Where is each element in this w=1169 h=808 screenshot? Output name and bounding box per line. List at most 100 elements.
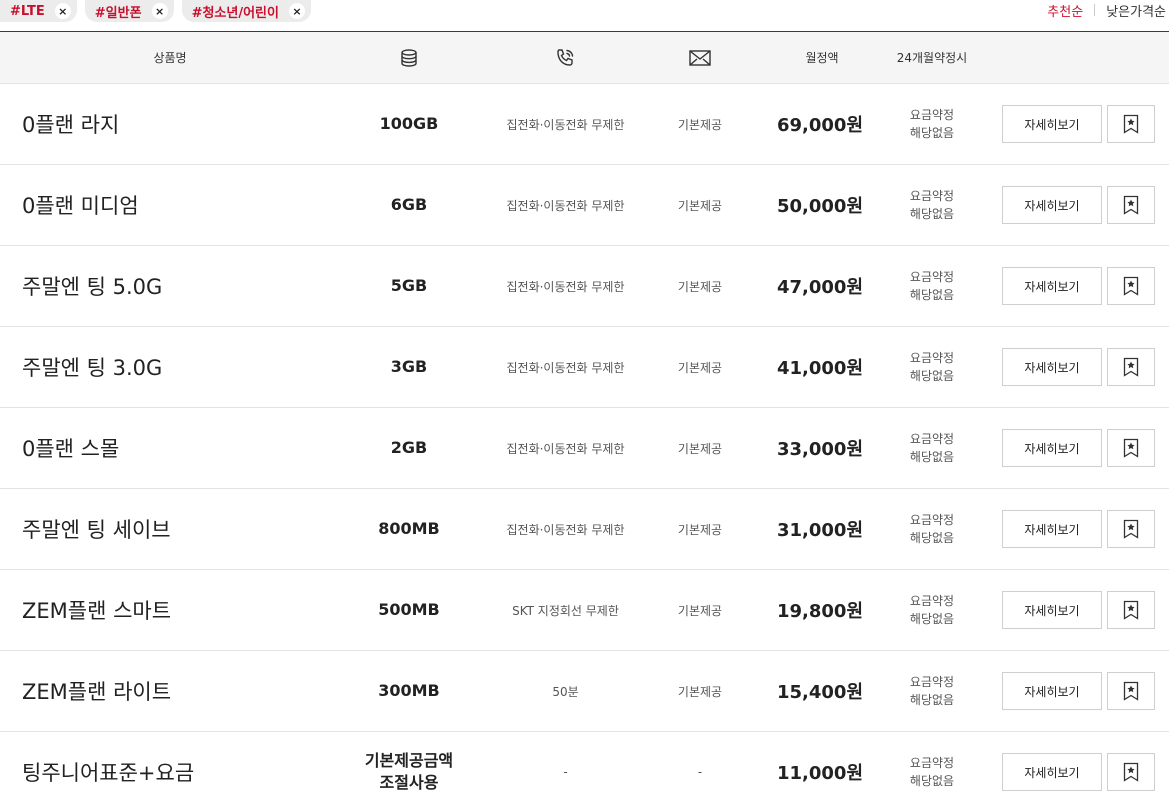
plan-price: 15,400원: [776, 682, 864, 703]
detail-button[interactable]: 자세히보기: [1002, 186, 1102, 224]
plan-sms: 기본제공: [677, 117, 723, 132]
plan-sms: 기본제공: [677, 360, 723, 375]
sort-low-price-link[interactable]: 낮은가격순: [1106, 1, 1166, 20]
plan-name[interactable]: ZEM플랜 라이트: [22, 651, 342, 731]
contract-line2: 해당없음: [909, 288, 955, 302]
bookmark-star-icon: [1123, 519, 1139, 539]
detail-button[interactable]: 자세히보기: [1002, 429, 1102, 467]
plan-name[interactable]: 주말엔 팅 3.0G: [22, 327, 342, 407]
bookmark-star-icon: [1123, 114, 1139, 134]
plan-data: 800MB: [378, 519, 440, 538]
bookmark-button[interactable]: [1107, 429, 1155, 467]
close-icon[interactable]: ×: [54, 3, 71, 19]
contract-line2: 해당없음: [909, 207, 955, 221]
plan-sms: 기본제공: [677, 279, 723, 294]
plan-call: 집전화·이동전화 무제한: [506, 441, 625, 456]
bookmark-button[interactable]: [1107, 348, 1155, 386]
filter-tag-basic-phone: #일반폰 ×: [84, 0, 174, 22]
filter-bar: #LTE × #일반폰 × #청소년/어린이 × 추천순 낮은가격순: [0, 0, 1169, 32]
detail-button[interactable]: 자세히보기: [1002, 348, 1102, 386]
plan-name[interactable]: 0플랜 라지: [22, 84, 342, 164]
detail-button[interactable]: 자세히보기: [1002, 591, 1102, 629]
detail-button[interactable]: 자세히보기: [1002, 510, 1102, 548]
plan-contract: 요금약정 해당없음: [880, 84, 984, 164]
plan-sms: 기본제공: [677, 198, 723, 213]
bookmark-star-icon: [1123, 195, 1139, 215]
bookmark-button[interactable]: [1107, 267, 1155, 305]
detail-button[interactable]: 자세히보기: [1002, 672, 1102, 710]
bookmark-button[interactable]: [1107, 105, 1155, 143]
plan-data: 500MB: [378, 600, 440, 619]
bookmark-button[interactable]: [1107, 591, 1155, 629]
header-24-month-contract: 24개월약정시: [896, 51, 968, 65]
plan-contract: 요금약정 해당없음: [880, 732, 984, 808]
detail-button[interactable]: 자세히보기: [1002, 267, 1102, 305]
plan-name[interactable]: 0플랜 미디엄: [22, 165, 342, 245]
contract-line2: 해당없음: [909, 450, 955, 464]
bookmark-star-icon: [1123, 600, 1139, 620]
plan-data: 6GB: [390, 195, 428, 214]
plan-name[interactable]: 주말엔 팅 세이브: [22, 489, 342, 569]
table-row: 팅주니어표준+요금 기본제공금액 조절사용 - - 11,000원 요금약정 해…: [0, 732, 1169, 808]
plan-contract: 요금약정 해당없음: [880, 327, 984, 407]
contract-line1: 요금약정: [909, 351, 955, 365]
bookmark-button[interactable]: [1107, 753, 1155, 791]
filter-tag-lte: #LTE ×: [0, 0, 77, 22]
plan-price: 47,000원: [776, 277, 864, 298]
bookmark-star-icon: [1123, 276, 1139, 296]
plan-name[interactable]: 주말엔 팅 5.0G: [22, 246, 342, 326]
plan-sms: 기본제공: [677, 441, 723, 456]
plan-price: 19,800원: [776, 601, 864, 622]
bookmark-button[interactable]: [1107, 672, 1155, 710]
filter-tag-label: #청소년/어린이: [191, 5, 279, 21]
plan-sms: 기본제공: [677, 522, 723, 537]
plan-price: 31,000원: [776, 520, 864, 541]
contract-line2: 해당없음: [909, 693, 955, 707]
table-row: 0플랜 라지 100GB 집전화·이동전화 무제한 기본제공 69,000원 요…: [0, 84, 1169, 165]
bookmark-star-icon: [1123, 681, 1139, 701]
contract-line1: 요금약정: [909, 513, 955, 527]
header-product-name: 상품명: [153, 51, 187, 65]
plan-price: 69,000원: [776, 115, 864, 136]
plan-price: 41,000원: [776, 358, 864, 379]
detail-button[interactable]: 자세히보기: [1002, 105, 1102, 143]
close-icon[interactable]: ×: [288, 3, 305, 19]
filter-tag-label: #일반폰: [94, 5, 142, 21]
plan-price: 50,000원: [776, 196, 864, 217]
plan-contract: 요금약정 해당없음: [880, 651, 984, 731]
table-row: 0플랜 미디엄 6GB 집전화·이동전화 무제한 기본제공 50,000원 요금…: [0, 165, 1169, 246]
plan-name[interactable]: ZEM플랜 스마트: [22, 570, 342, 650]
close-icon[interactable]: ×: [151, 3, 168, 19]
table-row: 0플랜 스몰 2GB 집전화·이동전화 무제한 기본제공 33,000원 요금약…: [0, 408, 1169, 489]
contract-line1: 요금약정: [909, 756, 955, 770]
contract-line1: 요금약정: [909, 675, 955, 689]
bookmark-star-icon: [1123, 438, 1139, 458]
table-row: ZEM플랜 라이트 300MB 50분 기본제공 15,400원 요금약정 해당…: [0, 651, 1169, 732]
plan-data: 2GB: [390, 438, 428, 457]
plan-contract: 요금약정 해당없음: [880, 489, 984, 569]
sort-divider: [1094, 4, 1096, 16]
plan-call: 집전화·이동전화 무제한: [506, 198, 625, 213]
phone-call-icon: [550, 32, 580, 83]
plan-list: 0플랜 라지 100GB 집전화·이동전화 무제한 기본제공 69,000원 요…: [0, 84, 1169, 808]
bookmark-button[interactable]: [1107, 510, 1155, 548]
plan-price: 33,000원: [776, 439, 864, 460]
plan-name[interactable]: 팅주니어표준+요금: [22, 732, 342, 808]
plan-call: -: [563, 765, 568, 779]
detail-button[interactable]: 자세히보기: [1002, 753, 1102, 791]
filter-tag-label: #LTE: [10, 3, 45, 19]
contract-line2: 해당없음: [909, 612, 955, 626]
table-row: 주말엔 팅 5.0G 5GB 집전화·이동전화 무제한 기본제공 47,000원…: [0, 246, 1169, 327]
plan-price: 11,000원: [776, 763, 864, 784]
sort-recommended-link[interactable]: 추천순: [1047, 1, 1083, 20]
bookmark-button[interactable]: [1107, 186, 1155, 224]
bookmark-star-icon: [1123, 357, 1139, 377]
plan-contract: 요금약정 해당없음: [880, 570, 984, 650]
plan-sms: 기본제공: [677, 684, 723, 699]
plan-data: 300MB: [378, 681, 440, 700]
contract-line2: 해당없음: [909, 126, 955, 140]
plan-call: SKT 지정회선 무제한: [512, 603, 619, 618]
plan-name[interactable]: 0플랜 스몰: [22, 408, 342, 488]
contract-line2: 해당없음: [909, 369, 955, 383]
plan-data: 5GB: [390, 276, 428, 295]
